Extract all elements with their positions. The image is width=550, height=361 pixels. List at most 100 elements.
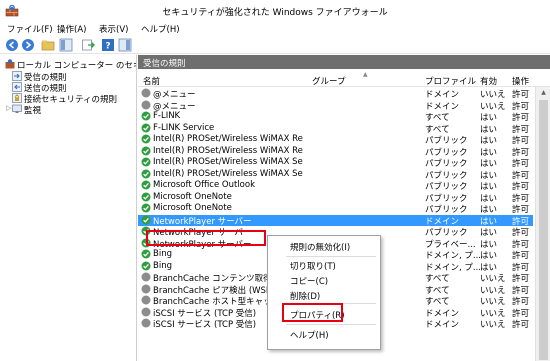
rule-disabled-icon bbox=[141, 284, 151, 293]
rule-profile: パブリック bbox=[425, 182, 468, 192]
rule-row[interactable]: NetworkPlayer サーバー ドメイン はい 許可 bbox=[138, 214, 533, 227]
vertical-scrollbar[interactable]: ▲ bbox=[535, 87, 550, 361]
rule-enabled: はい bbox=[480, 216, 498, 227]
ctx-copy[interactable]: コピー(C) bbox=[290, 275, 328, 287]
rule-row[interactable]: Intel(R) PROSet/Wireless WiMAX Se... パブリッ… bbox=[138, 169, 533, 181]
rule-profile: プライベー... bbox=[425, 239, 476, 250]
rule-enabled-icon bbox=[141, 180, 151, 190]
rule-disabled-icon bbox=[141, 100, 151, 109]
rule-action: 許可 bbox=[512, 297, 530, 307]
rule-enabled: はい bbox=[480, 182, 498, 192]
ctx-separator bbox=[286, 324, 376, 325]
scroll-thumb[interactable] bbox=[539, 100, 548, 360]
menu-action[interactable]: 操作(A) bbox=[57, 23, 86, 35]
rule-row[interactable]: Intel(R) PROSet/Wireless WiMAX Re... パブリッ… bbox=[138, 146, 533, 158]
rule-enabled: はい bbox=[480, 228, 498, 238]
rule-enabled: はい bbox=[480, 113, 498, 123]
ctx-disable-rule[interactable]: 規則の無効化(I) bbox=[290, 241, 350, 253]
scroll-up-icon[interactable]: ▲ bbox=[536, 87, 550, 99]
rule-enabled: はい bbox=[480, 124, 498, 135]
rule-profile: ドメイン, プ... bbox=[425, 262, 480, 273]
rule-action: 許可 bbox=[512, 216, 530, 227]
column-enabled[interactable]: 有効 bbox=[480, 75, 497, 87]
rule-name: Microsoft OneNote bbox=[153, 203, 232, 213]
column-action[interactable]: 操作 bbox=[512, 75, 529, 87]
rule-row[interactable]: Microsoft Office Outlook パブリック はい 許可 bbox=[138, 180, 533, 192]
tree-item-outbound[interactable]: 送信の規則 bbox=[0, 82, 136, 94]
menu-help[interactable]: ヘルプ(H) bbox=[141, 23, 180, 35]
rule-action: 許可 bbox=[512, 228, 530, 238]
rule-enabled-icon bbox=[141, 111, 151, 121]
rule-row[interactable]: F-LINK すべて はい 許可 bbox=[138, 111, 533, 123]
rule-action: 許可 bbox=[512, 251, 530, 261]
up-folder-icon[interactable] bbox=[41, 38, 55, 52]
rule-row[interactable]: Intel(R) PROSet/Wireless WiMAX Se... パブリッ… bbox=[138, 157, 533, 169]
rule-row[interactable]: Microsoft OneNote パブリック はい 許可 bbox=[138, 203, 533, 215]
svg-text:?: ? bbox=[105, 42, 110, 52]
rule-profile: すべて bbox=[425, 113, 450, 123]
rule-name: Microsoft Office Outlook bbox=[153, 180, 255, 190]
tree-item-label: 監視 bbox=[24, 106, 42, 116]
rule-profile: パブリック bbox=[425, 136, 468, 146]
rule-row[interactable]: F-LINK Service すべて はい 許可 bbox=[138, 123, 533, 135]
sort-ascending-icon: ▲ bbox=[363, 71, 368, 78]
show-tree-icon[interactable] bbox=[59, 38, 73, 52]
rule-enabled-icon bbox=[141, 261, 151, 270]
rule-action: 許可 bbox=[512, 159, 530, 169]
rule-disabled-icon bbox=[141, 88, 151, 98]
rule-profile: ドメイン bbox=[425, 216, 460, 227]
rule-row[interactable]: Intel(R) PROSet/Wireless WiMAX Re... パブリッ… bbox=[138, 134, 533, 146]
rule-profile: すべて bbox=[425, 285, 450, 296]
rule-disabled-icon bbox=[141, 318, 151, 328]
back-arrow-icon[interactable] bbox=[5, 38, 19, 52]
rule-action: 許可 bbox=[512, 113, 530, 123]
rule-enabled: はい bbox=[480, 205, 498, 215]
rule-enabled: いいえ bbox=[480, 90, 506, 100]
rule-enabled: はい bbox=[480, 159, 498, 169]
ctx-delete[interactable]: 削除(D) bbox=[290, 290, 320, 302]
rule-action: 許可 bbox=[512, 285, 530, 296]
rule-action: 許可 bbox=[512, 136, 530, 146]
tree-item-connection-security[interactable]: 接続セキュリティの規則 bbox=[0, 93, 136, 105]
rule-profile: パブリック bbox=[425, 228, 468, 238]
rule-profile: パブリック bbox=[425, 205, 468, 215]
rule-enabled-icon bbox=[141, 249, 151, 259]
export-icon[interactable] bbox=[81, 38, 95, 52]
navigation-tree: ローカル コンピューター のセキュリティ 受信の規則 送信の規則 接続セキュリテ… bbox=[0, 55, 137, 361]
tree-item-monitoring[interactable]: ▷ 監視 bbox=[0, 104, 136, 116]
ctx-cut[interactable]: 切り取り(T) bbox=[290, 260, 336, 272]
rule-row[interactable]: @メニュー ドメイン いいえ 許可 bbox=[138, 88, 533, 100]
rule-row[interactable]: Microsoft OneNote パブリック はい 許可 bbox=[138, 192, 533, 204]
rule-enabled-icon bbox=[141, 215, 151, 224]
rule-disabled-icon bbox=[141, 307, 151, 316]
rule-profile: ドメイン bbox=[425, 101, 460, 112]
rule-enabled: はい bbox=[480, 262, 498, 273]
tree-root-label: ローカル コンピューター のセキュリティ bbox=[17, 61, 136, 71]
rule-disabled-icon bbox=[141, 295, 151, 305]
menu-view[interactable]: 表示(V) bbox=[99, 23, 128, 35]
rule-enabled: はい bbox=[480, 147, 498, 158]
rule-row[interactable]: @メニュー ドメイン いいえ 許可 bbox=[138, 100, 533, 112]
tree-root[interactable]: ローカル コンピューター のセキュリティ bbox=[0, 59, 136, 71]
rule-name: Intel(R) PROSet/Wireless WiMAX Re... bbox=[153, 145, 303, 156]
rule-name: @メニュー bbox=[153, 90, 196, 100]
expand-chevron-icon[interactable]: ▷ bbox=[6, 104, 11, 112]
rule-enabled-icon bbox=[141, 203, 151, 213]
rule-name: NetworkPlayer サーバー bbox=[153, 216, 252, 227]
rule-action: 許可 bbox=[512, 170, 530, 181]
context-menu: 規則の無効化(I) 切り取り(T) コピー(C) 削除(D) プロパティ(R) … bbox=[267, 235, 381, 350]
rule-action: 許可 bbox=[512, 205, 530, 215]
tree-item-inbound[interactable]: 受信の規則 bbox=[0, 71, 136, 83]
rule-profile: パブリック bbox=[425, 159, 468, 169]
menu-file[interactable]: ファイル(F) bbox=[7, 23, 53, 35]
ctx-help[interactable]: ヘルプ(H) bbox=[290, 329, 329, 341]
highlight-selected-rule bbox=[146, 230, 266, 246]
column-name[interactable]: 名前 bbox=[143, 75, 160, 87]
monitoring-icon bbox=[12, 104, 22, 113]
rule-profile: パブリック bbox=[425, 170, 468, 181]
column-profile[interactable]: プロファイル bbox=[425, 75, 476, 87]
column-group[interactable]: グループ bbox=[312, 75, 346, 87]
show-action-pane-icon[interactable] bbox=[118, 38, 132, 52]
help-icon[interactable]: ? bbox=[101, 38, 115, 52]
forward-arrow-icon[interactable] bbox=[21, 38, 35, 52]
